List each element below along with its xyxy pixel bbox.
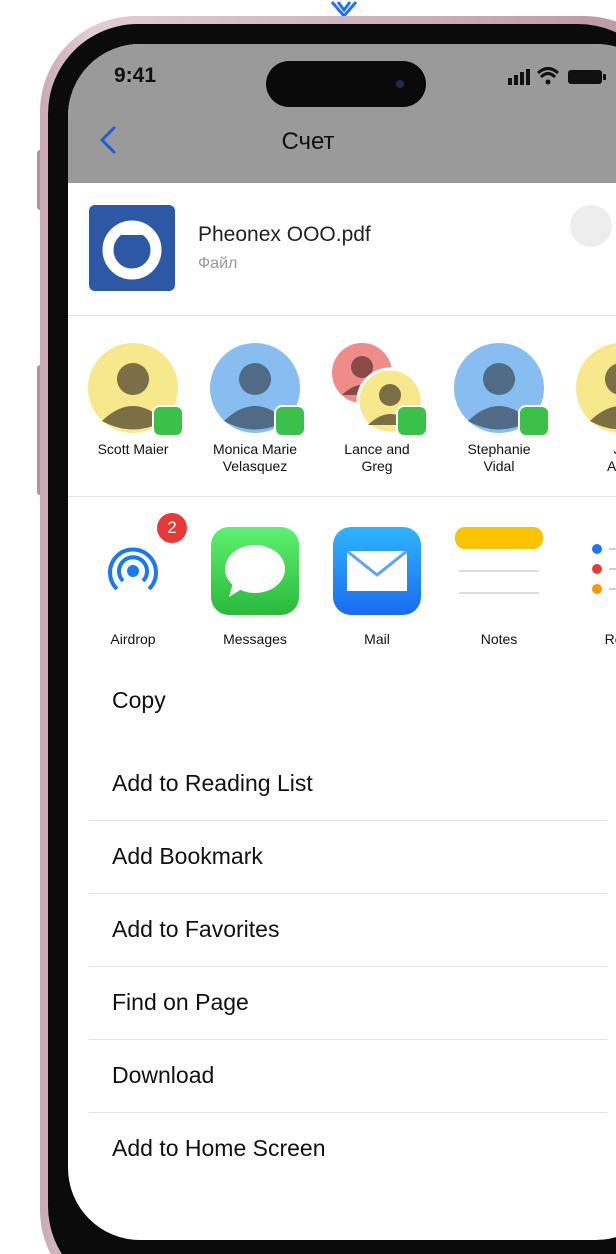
action-label: Find on Page — [112, 989, 249, 1015]
action-label: Add to Favorites — [112, 916, 280, 942]
app-notes[interactable]: Notes — [438, 527, 560, 647]
app-messages[interactable]: Messages — [194, 527, 316, 647]
group-avatar — [332, 343, 428, 437]
airdrop-icon: 2 — [89, 513, 187, 615]
status-icons — [508, 67, 606, 85]
action-label: Add Bookmark — [112, 843, 263, 869]
camera-dot — [396, 80, 404, 88]
contact-name: Scott Maier — [97, 441, 169, 457]
phone-screen: 9:41 Счет Pheonex OOO.pdf Файл Scott Mai… — [68, 44, 616, 1240]
action-add-to-home-screen[interactable]: Add to Home Screen — [89, 1113, 607, 1186]
header: 9:41 Счет — [68, 44, 616, 183]
wifi-icon — [536, 67, 560, 85]
battery-icon — [568, 70, 606, 84]
notes-icon — [455, 527, 543, 615]
status-time: 9:41 — [114, 64, 157, 87]
action-label: Add to Home Screen — [112, 1135, 326, 1161]
signal-icon — [508, 69, 530, 85]
notification-badge: 2 — [157, 513, 187, 543]
contact-jo-appl[interactable]: JoAppl — [560, 343, 616, 475]
avatar — [576, 343, 616, 433]
app-mail[interactable]: Mail — [316, 527, 438, 647]
action-download[interactable]: Download — [89, 1040, 607, 1113]
app-logo-icon — [89, 205, 175, 291]
app-label: Airdrop — [110, 631, 156, 647]
avatar — [454, 343, 550, 437]
message-badge-icon — [518, 405, 550, 437]
app-airdrop[interactable]: 2 Airdrop — [72, 513, 194, 647]
action-add-bookmark[interactable]: Add Bookmark — [89, 821, 607, 894]
app-label: Remi — [604, 631, 616, 647]
avatar — [210, 343, 306, 437]
contact-name: Lance and Greg — [344, 441, 410, 474]
contact-lance-and-greg[interactable]: Lance and Greg — [316, 343, 438, 475]
action-label: Copy — [112, 687, 166, 713]
contacts-row: Scott Maier Monica Marie Velasquez Lance… — [68, 315, 616, 497]
app-label: Mail — [364, 631, 390, 647]
file-row[interactable]: Pheonex OOO.pdf Файл — [68, 183, 616, 316]
contact-name: JoAppl — [606, 441, 616, 474]
page-title: Счет — [281, 128, 335, 155]
app-reminders[interactable]: Remi — [560, 527, 616, 647]
message-badge-icon — [274, 405, 306, 437]
message-badge-icon — [152, 405, 184, 437]
file-type: Файл — [198, 255, 238, 272]
action-copy[interactable]: Copy — [89, 662, 607, 748]
action-label: Download — [112, 1062, 215, 1088]
action-find-on-page[interactable]: Find on Page — [89, 967, 607, 1040]
actions-list: Copy Add to Reading List Add Bookmark Ad… — [89, 662, 607, 1186]
phone-stage: 9:41 Счет Pheonex OOO.pdf Файл Scott Mai… — [0, 0, 616, 1254]
app-label: Messages — [223, 631, 287, 647]
action-label: Add to Reading List — [112, 770, 313, 796]
contact-name: Stephanie Vidal — [467, 441, 531, 474]
action-add-to-favorites[interactable]: Add to Favorites — [89, 894, 607, 967]
contact-monica-marie-velasquez[interactable]: Monica Marie Velasquez — [194, 343, 316, 475]
file-name: Pheonex OOO.pdf — [198, 223, 371, 246]
contact-stephanie-vidal[interactable]: Stephanie Vidal — [438, 343, 560, 475]
action-add-to-reading-list[interactable]: Add to Reading List — [89, 748, 607, 821]
mail-icon — [333, 527, 421, 615]
close-button[interactable] — [570, 205, 612, 247]
dynamic-island — [266, 61, 426, 107]
contact-name: Monica Marie Velasquez — [212, 441, 298, 474]
contact-scott-maier[interactable]: Scott Maier — [72, 343, 194, 458]
avatar — [88, 343, 184, 437]
share-apps-row: 2 Airdrop Messages Mail Notes R — [68, 496, 616, 662]
app-label: Notes — [480, 631, 518, 647]
message-badge-icon — [396, 405, 428, 437]
reminders-icon — [577, 527, 616, 615]
messages-icon — [211, 527, 299, 615]
